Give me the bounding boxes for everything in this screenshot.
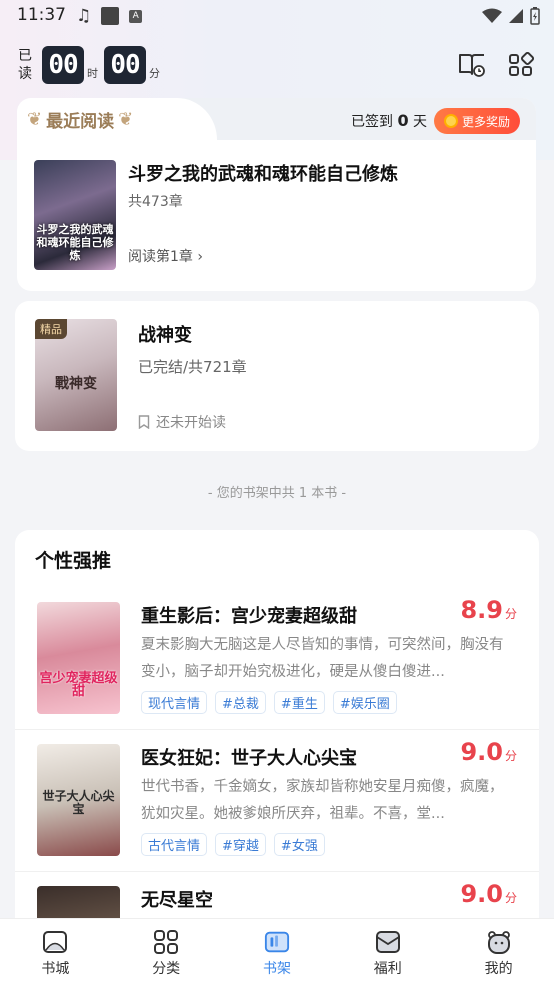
battery-icon bbox=[530, 7, 540, 25]
shelf-book-card[interactable]: 精品 戰神变 战神变 已完结/共721章 还未开始读 bbox=[15, 301, 539, 451]
timer-hours-unit: 时 bbox=[87, 67, 98, 80]
shelf-count-text: - 您的书架中共 1 本书 - bbox=[207, 486, 347, 501]
chevron-right-icon: › bbox=[197, 249, 203, 265]
bookmark-icon bbox=[138, 415, 150, 429]
signin-days: 0 bbox=[397, 111, 409, 130]
status-time: 11:37 bbox=[17, 5, 66, 25]
wifi-icon bbox=[482, 8, 502, 23]
tag[interactable]: #穿越 bbox=[215, 833, 266, 856]
nav-label: 书城 bbox=[41, 961, 70, 977]
book-title[interactable]: 重生影后：宫少宠妻超级甜 bbox=[141, 602, 357, 628]
timer-minutes: 00 bbox=[104, 46, 146, 84]
book-chapter-count: 共473章 bbox=[128, 194, 183, 210]
header-actions bbox=[458, 52, 534, 78]
book-tags: 古代言情 #穿越 #女强 bbox=[141, 833, 325, 856]
laurel-left-icon: ❦ bbox=[27, 109, 43, 130]
profile-icon bbox=[486, 929, 512, 955]
book-status-meta: 已完结/共721章 bbox=[138, 358, 247, 376]
nav-label: 书架 bbox=[262, 961, 291, 977]
recommend-section: 个性强推 宫少宠妻超级甜 重生影后：宫少宠妻超级甜 8.9 分 夏末影胸大无脑这是… bbox=[15, 530, 539, 950]
book-cover[interactable]: 宫少宠妻超级甜 bbox=[37, 602, 120, 714]
recent-reading-card[interactable]: ❦ 最近阅读 ❦ 已签到 0 天 更多奖励 斗罗之我的武魂和魂环能自己修炼 斗罗… bbox=[17, 98, 536, 291]
score-value: 9.0 bbox=[460, 880, 503, 908]
read-status: 还未开始读 bbox=[138, 412, 226, 432]
book-title[interactable]: 医女狂妃：世子大人心尖宝 bbox=[141, 744, 357, 770]
nav-label: 分类 bbox=[152, 961, 181, 977]
read-status-text: 还未开始读 bbox=[156, 415, 226, 431]
reading-timer: 已读 00 时 00 分 bbox=[18, 45, 160, 85]
status-system-icons bbox=[482, 7, 540, 25]
nav-label: 我的 bbox=[484, 961, 513, 977]
signin-prefix: 已签到 bbox=[351, 114, 393, 130]
book-score: 9.0 分 bbox=[460, 880, 517, 908]
category-icon bbox=[153, 929, 179, 955]
recent-title: ❦ 最近阅读 ❦ bbox=[27, 107, 133, 132]
tag[interactable]: #重生 bbox=[273, 691, 325, 714]
keyboard-a-icon: A bbox=[129, 9, 143, 23]
recommend-item[interactable]: 宫少宠妻超级甜 重生影后：宫少宠妻超级甜 8.9 分 夏末影胸大无脑这是人尽皆知的… bbox=[15, 588, 539, 730]
reading-progress: 阅读第1章 bbox=[128, 249, 193, 265]
recommend-title: 个性强推 bbox=[35, 550, 112, 572]
premium-badge: 精品 bbox=[35, 319, 67, 339]
book-cover[interactable]: 斗罗之我的武魂和魂环能自己修炼 bbox=[34, 160, 116, 270]
bookshelf-icon bbox=[264, 929, 290, 955]
book-score: 8.9 分 bbox=[460, 596, 517, 624]
timer-hours: 00 bbox=[42, 46, 84, 84]
tag[interactable]: #女强 bbox=[273, 833, 325, 856]
book-title[interactable]: 斗罗之我的武魂和魂环能自己修炼 bbox=[128, 160, 398, 186]
coin-icon bbox=[443, 114, 458, 128]
tag[interactable]: #总裁 bbox=[215, 691, 266, 714]
cover-title-text: 戰神变 bbox=[55, 376, 97, 392]
score-value: 8.9 bbox=[460, 596, 503, 624]
score-unit: 分 bbox=[504, 891, 517, 905]
bookstore-icon bbox=[42, 929, 68, 955]
reading-history-icon[interactable] bbox=[458, 52, 486, 78]
book-description: 夏末影胸大无脑这是人尽皆知的事情，可突然间，胸没有变小，脑子却开始究极进化，硬是… bbox=[141, 637, 504, 680]
more-rewards-button[interactable]: 更多奖励 bbox=[434, 108, 520, 134]
cover-title-text: 世子大人心尖宝 bbox=[42, 789, 115, 816]
more-rewards-label: 更多奖励 bbox=[461, 114, 510, 129]
recommend-item[interactable]: 世子大人心尖宝 医女狂妃：世子大人心尖宝 9.0 分 世代书香，千金嫡女，家族却皆… bbox=[15, 730, 539, 872]
signin-status: 已签到 0 天 bbox=[351, 111, 427, 131]
nav-bookstore[interactable]: 书城 bbox=[0, 919, 111, 984]
tag[interactable]: 现代言情 bbox=[141, 691, 208, 714]
book-cover[interactable]: 精品 戰神变 bbox=[35, 319, 117, 431]
status-bar: 11:37 ♫ A bbox=[0, 0, 554, 32]
welfare-icon bbox=[375, 929, 401, 955]
score-unit: 分 bbox=[504, 749, 517, 763]
signal-icon bbox=[509, 9, 523, 23]
book-title[interactable]: 战神变 bbox=[138, 321, 192, 347]
timer-minutes-unit: 分 bbox=[149, 67, 160, 80]
nav-welfare[interactable]: 福利 bbox=[332, 919, 443, 984]
score-unit: 分 bbox=[504, 607, 517, 621]
score-value: 9.0 bbox=[460, 738, 503, 766]
apps-grid-icon[interactable] bbox=[508, 52, 534, 78]
timer-label: 已读 bbox=[18, 48, 32, 82]
bottom-nav: 书城 分类 书架 福利 我的 bbox=[0, 918, 554, 984]
recent-title-text: 最近阅读 bbox=[46, 112, 115, 132]
tag[interactable]: #娱乐圈 bbox=[332, 691, 397, 714]
nav-bookshelf[interactable]: 书架 bbox=[222, 919, 333, 984]
book-tags: 现代言情 #总裁 #重生 #娱乐圈 bbox=[141, 691, 397, 714]
book-title[interactable]: 无尽星空 bbox=[141, 886, 213, 912]
nav-category[interactable]: 分类 bbox=[111, 919, 222, 984]
status-notification-icons: ♫ A bbox=[76, 6, 143, 26]
notification-square-icon bbox=[101, 7, 120, 25]
tag[interactable]: 古代言情 bbox=[141, 833, 208, 856]
signin-suffix: 天 bbox=[413, 114, 428, 130]
laurel-right-icon: ❦ bbox=[118, 109, 134, 130]
book-description: 世代书香，千金嫡女，家族却皆称她安星月痴傻，疯魔，犹如灾星。她被爹娘所厌弃，祖辈… bbox=[141, 779, 504, 822]
book-score: 9.0 分 bbox=[460, 738, 517, 766]
nav-label: 福利 bbox=[373, 961, 402, 977]
cover-title-text: 斗罗之我的武魂和魂环能自己修炼 bbox=[36, 223, 114, 262]
cover-title-text: 宫少宠妻超级甜 bbox=[39, 671, 118, 699]
music-note-icon: ♫ bbox=[76, 6, 92, 26]
book-cover[interactable]: 世子大人心尖宝 bbox=[37, 744, 120, 856]
nav-profile[interactable]: 我的 bbox=[443, 919, 554, 984]
continue-reading-link[interactable]: 阅读第1章 › bbox=[128, 246, 203, 266]
